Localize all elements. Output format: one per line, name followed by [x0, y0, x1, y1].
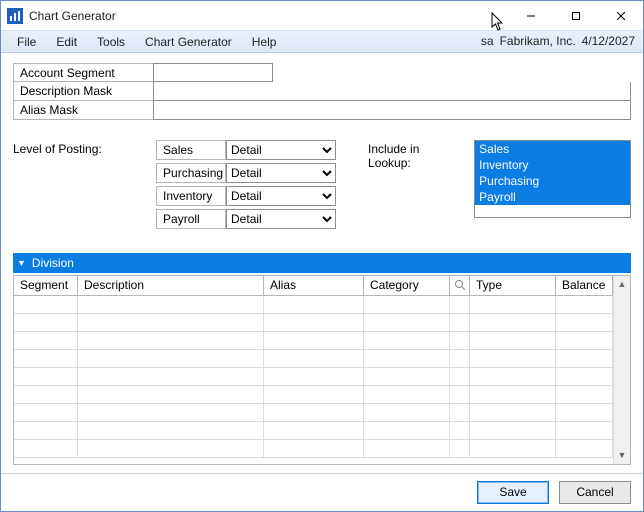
menubar-context: sa Fabrikam, Inc. 4/12/2027: [481, 31, 643, 52]
level-of-posting-label: Level of Posting:: [13, 140, 142, 229]
menu-chart-generator[interactable]: Chart Generator: [135, 31, 242, 52]
section-header[interactable]: ▼ Division: [13, 253, 631, 273]
posting-row-label-inventory: Inventory: [156, 186, 226, 206]
save-button[interactable]: Save: [477, 481, 549, 504]
lookup-item-inventory[interactable]: Inventory: [475, 157, 630, 173]
col-type[interactable]: Type: [470, 276, 556, 296]
lookup-item-purchasing[interactable]: Purchasing: [475, 173, 630, 189]
client-area: Account Segment Description Mask Alias M…: [1, 53, 643, 473]
include-in-lookup-list[interactable]: Sales Inventory Purchasing Payroll: [474, 140, 631, 218]
posting-row-label-purchasing: Purchasing: [156, 163, 226, 183]
col-category[interactable]: Category: [364, 276, 450, 296]
table-row[interactable]: [14, 440, 613, 458]
minimize-button[interactable]: [508, 1, 553, 30]
close-button[interactable]: [598, 1, 643, 30]
level-of-posting-grid: Sales Detail Purchasing Detail Inventory…: [156, 140, 336, 229]
menubar: File Edit Tools Chart Generator Help sa …: [1, 31, 643, 53]
table-row[interactable]: [14, 350, 613, 368]
grid-header: Segment Description Alias Category Type …: [14, 276, 613, 296]
alias-mask-label: Alias Mask: [13, 101, 153, 120]
maximize-button[interactable]: [553, 1, 598, 30]
col-description[interactable]: Description: [78, 276, 264, 296]
posting-row-select-payroll[interactable]: Detail: [226, 209, 336, 229]
posting-row-select-inventory[interactable]: Detail: [226, 186, 336, 206]
table-row[interactable]: [14, 386, 613, 404]
lookup-item-sales[interactable]: Sales: [475, 141, 630, 157]
include-in-lookup-label: Include in Lookup:: [368, 140, 460, 229]
col-lookup-icon[interactable]: [450, 276, 470, 296]
scroll-down-icon[interactable]: ▼: [614, 447, 630, 464]
context-user: sa: [481, 34, 494, 48]
posting-row-select-purchasing[interactable]: Detail: [226, 163, 336, 183]
menu-help[interactable]: Help: [242, 31, 287, 52]
menu-file[interactable]: File: [7, 31, 46, 52]
scroll-up-icon[interactable]: ▲: [614, 276, 630, 293]
cancel-button[interactable]: Cancel: [559, 481, 631, 504]
header-form: Account Segment Description Mask Alias M…: [13, 63, 631, 120]
posting-row-label-sales: Sales: [156, 140, 226, 160]
col-alias[interactable]: Alias: [264, 276, 364, 296]
chevron-down-icon: ▼: [17, 258, 26, 268]
app-icon: [7, 8, 23, 24]
grid: Segment Description Alias Category Type …: [13, 275, 631, 465]
account-segment-input[interactable]: [153, 63, 273, 82]
search-icon: [454, 279, 466, 291]
grid-scrollbar[interactable]: ▲ ▼: [613, 276, 630, 464]
menu-edit[interactable]: Edit: [46, 31, 87, 52]
context-company: Fabrikam, Inc.: [500, 34, 576, 48]
description-mask-label: Description Mask: [13, 82, 153, 101]
window-title: Chart Generator: [29, 9, 116, 23]
grid-rows: [14, 296, 613, 458]
account-segment-label: Account Segment: [13, 63, 153, 82]
section-title: Division: [32, 256, 74, 270]
table-row[interactable]: [14, 332, 613, 350]
table-row[interactable]: [14, 368, 613, 386]
col-segment[interactable]: Segment: [14, 276, 78, 296]
lookup-item-payroll[interactable]: Payroll: [475, 189, 630, 205]
table-row[interactable]: [14, 422, 613, 440]
menu-tools[interactable]: Tools: [87, 31, 135, 52]
titlebar: Chart Generator: [1, 1, 643, 31]
window-controls: [508, 1, 643, 30]
window: Chart Generator File Edit Tools Chart Ge…: [0, 0, 644, 512]
posting-row-label-payroll: Payroll: [156, 209, 226, 229]
col-balance[interactable]: Balance: [556, 276, 613, 296]
alias-mask-input[interactable]: [153, 101, 631, 120]
table-row[interactable]: [14, 296, 613, 314]
description-mask-input[interactable]: [153, 82, 631, 101]
table-row[interactable]: [14, 404, 613, 422]
table-row[interactable]: [14, 314, 613, 332]
footer: Save Cancel: [1, 473, 643, 511]
context-date: 4/12/2027: [582, 34, 635, 48]
posting-row-select-sales[interactable]: Detail: [226, 140, 336, 160]
